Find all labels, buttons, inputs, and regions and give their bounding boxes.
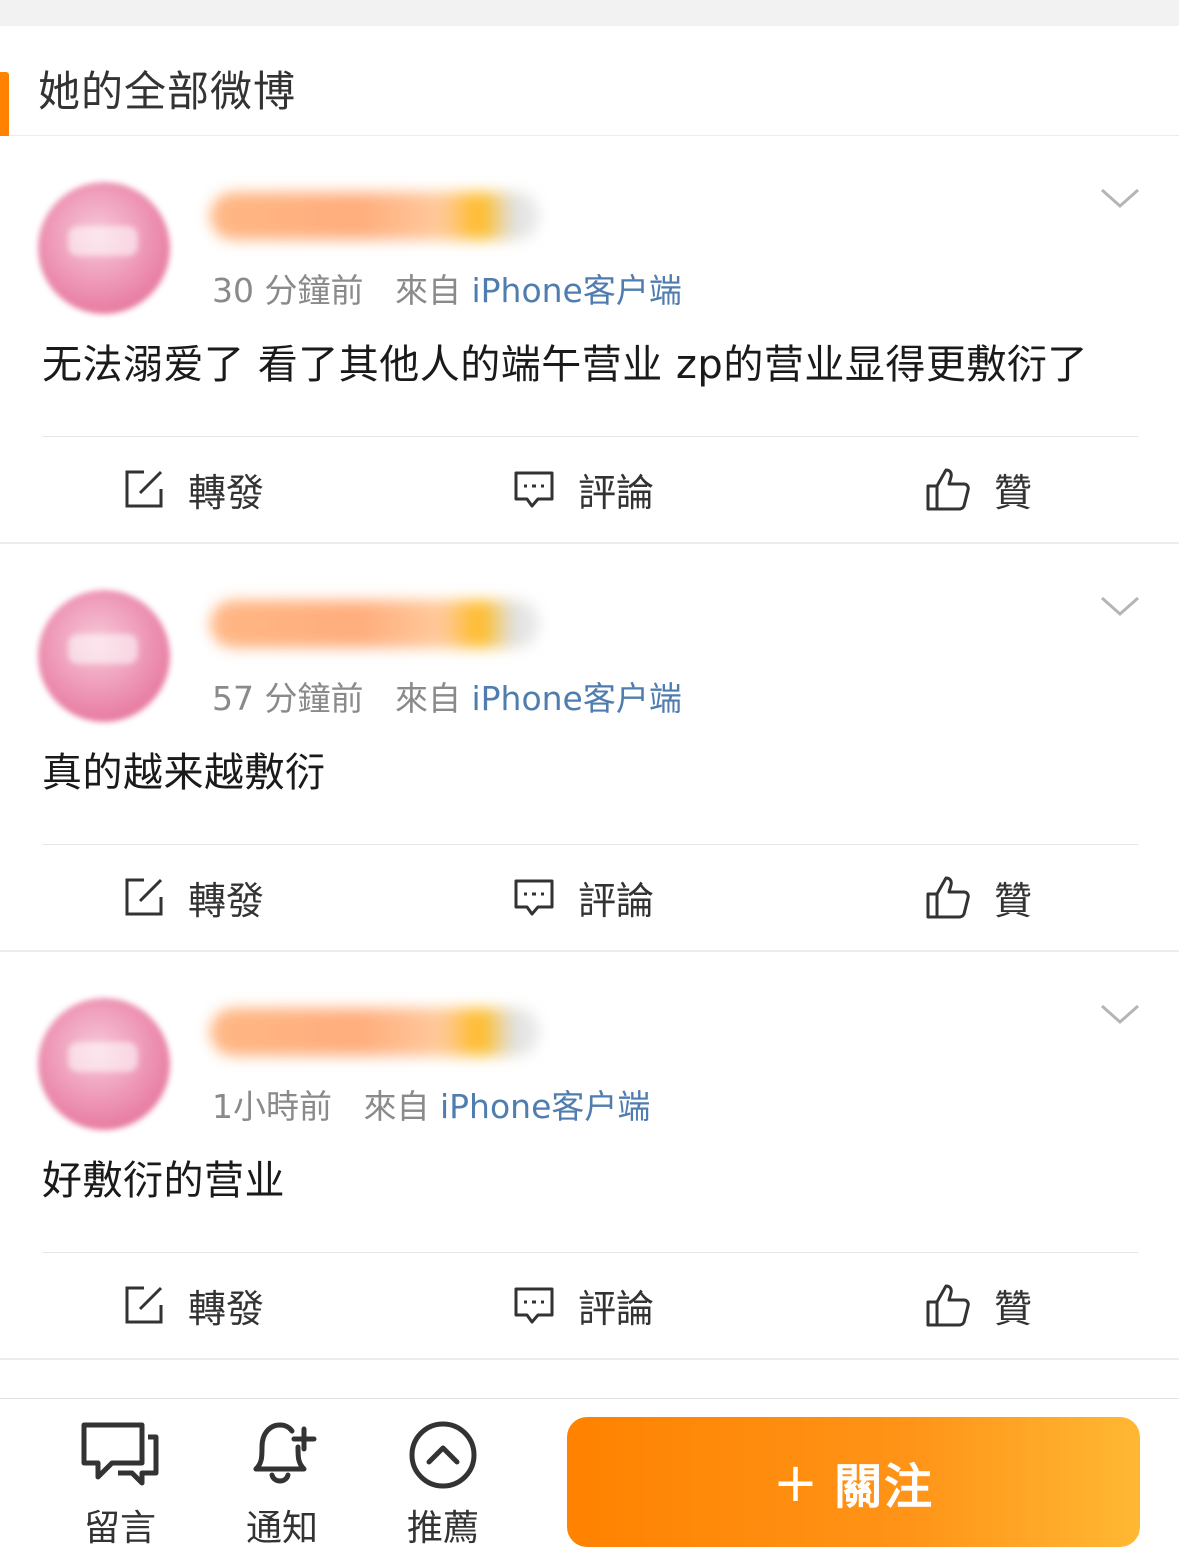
comment-button[interactable]: 評論 — [512, 463, 654, 515]
chevron-up-circle-icon — [409, 1421, 477, 1489]
comment-icon — [514, 879, 554, 916]
like-label: 贊 — [994, 878, 1033, 923]
post-card[interactable]: 1小時前 來自 iPhone客户端 好敷衍的营业 轉發 評論 贊 — [0, 952, 1179, 1360]
message-tab[interactable]: 留言 — [60, 1419, 180, 1551]
repost-label: 轉發 — [188, 878, 265, 923]
header-accent-bar — [0, 72, 9, 138]
repost-label: 轉發 — [188, 1286, 265, 1331]
notify-tab[interactable]: 通知 — [222, 1419, 342, 1551]
thumbs-up-icon — [926, 876, 970, 919]
avatar[interactable] — [38, 182, 170, 314]
post-meta: 57 分鐘前 來自 iPhone客户端 — [212, 672, 682, 720]
like-button[interactable]: 贊 — [924, 1279, 1032, 1331]
username-blurred[interactable] — [210, 1008, 540, 1056]
recommend-tab[interactable]: 推薦 — [383, 1419, 503, 1551]
message-icon — [81, 1422, 159, 1486]
post-from-label: 來自 — [394, 679, 461, 718]
post-from-label: 來自 — [394, 271, 461, 310]
repost-button[interactable]: 轉發 — [122, 463, 264, 515]
section-header: 她的全部微博 — [0, 26, 1179, 138]
comment-button[interactable]: 評論 — [512, 1279, 654, 1331]
message-label: 留言 — [83, 1508, 156, 1549]
follow-label: 關注 — [834, 1459, 935, 1515]
page-title: 她的全部微博 — [38, 67, 297, 116]
comment-label: 評論 — [578, 470, 655, 515]
post-card[interactable]: 57 分鐘前 來自 iPhone客户端 真的越来越敷衍 轉發 評論 贊 — [0, 544, 1179, 952]
post-actions: 轉發 評論 贊 — [0, 1253, 1179, 1360]
repost-button[interactable]: 轉發 — [122, 871, 264, 923]
follow-button[interactable]: + 關注 — [567, 1417, 1140, 1547]
comment-icon — [514, 1287, 554, 1324]
post-actions: 轉發 評論 贊 — [0, 845, 1179, 952]
chevron-down-icon[interactable] — [1100, 594, 1140, 618]
bottom-action-bar: 留言 通知 推薦 + 關注 — [0, 1398, 1179, 1563]
thumbs-up-icon — [926, 1284, 970, 1327]
username-blurred[interactable] — [210, 192, 540, 240]
post-meta: 30 分鐘前 來自 iPhone客户端 — [212, 264, 682, 312]
avatar[interactable] — [38, 998, 170, 1130]
like-button[interactable]: 贊 — [924, 871, 1032, 923]
thumbs-up-icon — [926, 468, 970, 511]
post-time: 1小時前 — [212, 1087, 332, 1126]
repost-icon — [125, 878, 163, 916]
comment-icon — [514, 471, 554, 508]
bell-plus-icon — [253, 1422, 317, 1484]
chevron-down-icon[interactable] — [1100, 186, 1140, 210]
notify-label: 通知 — [245, 1508, 318, 1549]
comment-label: 評論 — [578, 878, 655, 923]
post-card[interactable]: 30 分鐘前 來自 iPhone客户端 无法溺爱了 看了其他人的端午营业 zp的… — [0, 136, 1179, 544]
comment-button[interactable]: 評論 — [512, 871, 654, 923]
post-source[interactable]: iPhone客户端 — [471, 679, 681, 718]
post-meta: 1小時前 來自 iPhone客户端 — [212, 1080, 650, 1128]
repost-icon — [125, 470, 163, 508]
plus-icon: + — [772, 1450, 821, 1514]
post-source[interactable]: iPhone客户端 — [471, 271, 681, 310]
post-time: 57 分鐘前 — [212, 679, 364, 718]
post-content[interactable]: 无法溺爱了 看了其他人的端午营业 zp的营业显得更敷衍了 — [42, 332, 1088, 390]
like-label: 贊 — [994, 1286, 1033, 1331]
recommend-label: 推薦 — [406, 1508, 479, 1549]
post-time: 30 分鐘前 — [212, 271, 364, 310]
status-strip — [0, 0, 1179, 26]
avatar[interactable] — [38, 590, 170, 722]
post-from-label: 來自 — [363, 1087, 430, 1126]
post-actions: 轉發 評論 贊 — [0, 437, 1179, 544]
like-label: 贊 — [994, 470, 1033, 515]
post-content[interactable]: 好敷衍的营业 — [42, 1148, 285, 1206]
username-blurred[interactable] — [210, 600, 540, 648]
comment-label: 評論 — [578, 1286, 655, 1331]
repost-button[interactable]: 轉發 — [122, 1279, 264, 1331]
post-content[interactable]: 真的越来越敷衍 — [42, 740, 326, 798]
post-separator — [0, 1358, 1179, 1360]
repost-label: 轉發 — [188, 470, 265, 515]
chevron-down-icon[interactable] — [1100, 1002, 1140, 1026]
like-button[interactable]: 贊 — [924, 463, 1032, 515]
repost-icon — [125, 1286, 163, 1324]
post-source[interactable]: iPhone客户端 — [440, 1087, 650, 1126]
